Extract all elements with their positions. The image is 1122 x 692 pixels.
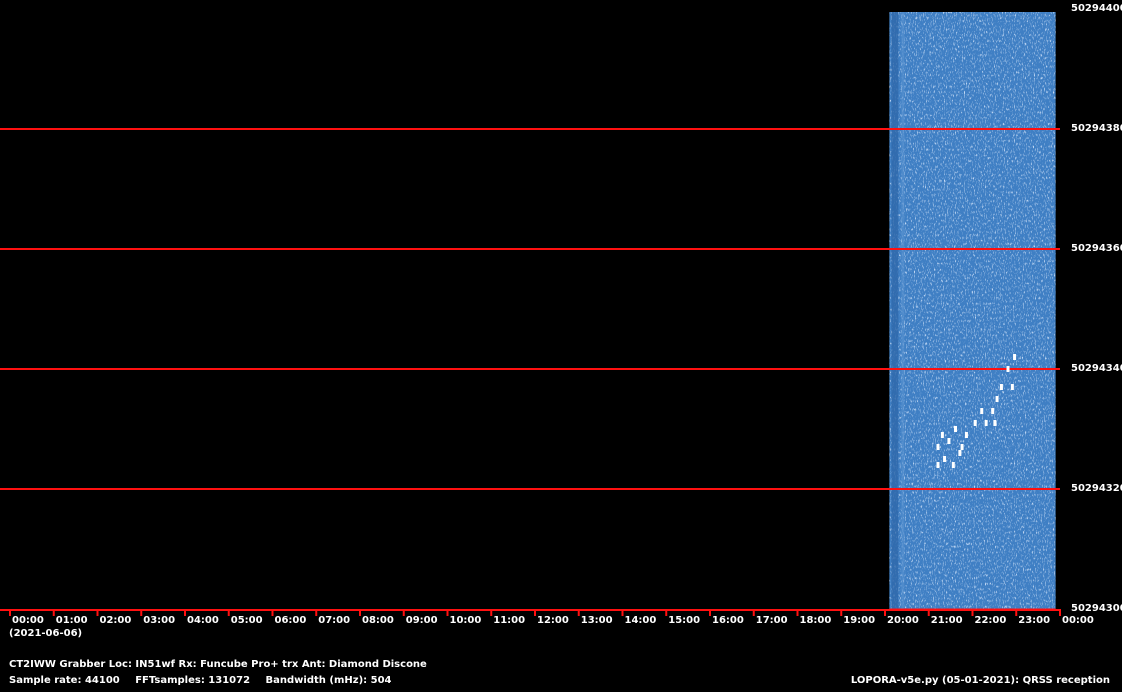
signal-dot: [964, 432, 968, 438]
x-tick-label: 09:00: [405, 615, 438, 626]
signal-dot: [958, 450, 962, 456]
signal-dot: [960, 444, 964, 450]
x-tick-label: 03:00: [143, 615, 176, 626]
signal-dot: [947, 438, 951, 444]
x-tick-label: 17:00: [755, 615, 788, 626]
bandwidth: Bandwidth (mHz): 504: [265, 675, 392, 686]
signal-dot: [991, 408, 995, 414]
signal-dot: [973, 420, 977, 426]
x-tick-label: 06:00: [274, 615, 307, 626]
x-tick-label: 20:00: [887, 615, 919, 626]
x-tick-label: 05:00: [230, 615, 263, 626]
signal-dot: [1013, 354, 1017, 360]
x-tick-label: 08:00: [362, 615, 394, 626]
x-tick-label: 00:00: [1062, 615, 1094, 626]
fft-samples: FFTsamples: 131072: [135, 675, 251, 686]
y-tick-label: 50294380: [1071, 123, 1122, 134]
processing-info: Sample rate: 44100 FFTsamples: 131072 Ba…: [9, 675, 404, 686]
signal-dot: [951, 462, 955, 468]
y-tick-label: 50294340: [1071, 363, 1122, 374]
signal-dot: [943, 456, 947, 462]
x-tick-label: 16:00: [712, 615, 744, 626]
x-tick-label: 12:00: [537, 615, 569, 626]
waterfall-dark-band: [891, 12, 899, 609]
x-tick-label: 23:00: [1018, 615, 1051, 626]
x-tick-label: 18:00: [799, 615, 832, 626]
signal-dot: [936, 462, 940, 468]
sample-rate: Sample rate: 44100: [9, 675, 120, 686]
signal-dot: [995, 396, 999, 402]
signal-dot: [999, 384, 1003, 390]
signal-dot: [980, 408, 984, 414]
y-tick-label: 50294400: [1071, 3, 1122, 14]
x-tick-label: 02:00: [99, 615, 132, 626]
signal-dot: [940, 432, 944, 438]
waterfall-plot: [0, 12, 1061, 616]
waterfall-noise: [889, 12, 1056, 609]
x-tick-label: 22:00: [974, 615, 1007, 626]
x-tick-label: 04:00: [187, 615, 219, 626]
x-tick-label: 00:00: [12, 615, 44, 626]
software-credit: LOPORA-v5e.py (05-01-2021): QRSS recepti…: [850, 675, 1110, 686]
waterfall-light-band: [901, 12, 905, 609]
x-tick-label: 07:00: [318, 615, 351, 626]
station-info: CT2IWW Grabber Loc: IN51wf Rx: Funcube P…: [9, 659, 427, 670]
signal-dot: [936, 444, 940, 450]
x-tick-label: 19:00: [843, 615, 876, 626]
date-label: (2021-06-06): [9, 628, 83, 639]
y-tick-label: 50294300: [1071, 603, 1122, 614]
y-tick-label: 50294320: [1071, 483, 1122, 494]
x-tick-label: 14:00: [624, 615, 657, 626]
y-tick-label: 50294360: [1071, 243, 1122, 254]
x-tick-label: 13:00: [580, 615, 613, 626]
x-tick-label: 15:00: [668, 615, 701, 626]
signal-dot: [1010, 384, 1014, 390]
waterfall-data-region: [889, 12, 1056, 609]
signal-dot: [993, 420, 997, 426]
signal-dot: [1006, 366, 1010, 372]
signal-dot: [954, 426, 957, 432]
signal-dot: [984, 420, 988, 426]
x-tick-label: 10:00: [449, 615, 482, 626]
x-tick-label: 01:00: [55, 615, 88, 626]
x-tick-label: 11:00: [493, 615, 526, 626]
x-tick-label: 21:00: [930, 615, 963, 626]
